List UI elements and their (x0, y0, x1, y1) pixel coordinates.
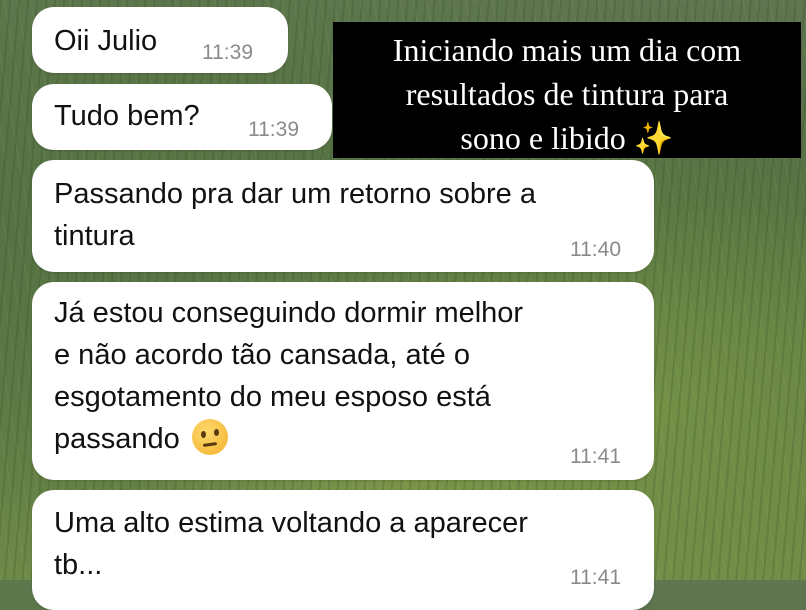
message-bubble[interactable]: Já estou conseguindo dormir melhor e não… (32, 282, 654, 480)
message-text: Tudo bem? (54, 100, 200, 132)
message-bubble[interactable]: Uma alto estima voltando a aparecer tb..… (32, 490, 654, 610)
message-text: Já estou conseguindo dormir melhor e não… (54, 297, 524, 455)
message-text: Uma alto estima voltando a aparecer tb..… (54, 507, 528, 581)
message-time: 11:39 (202, 41, 253, 64)
message-bubble[interactable]: Oii Julio 11:39 (32, 7, 288, 73)
message-text: Oii Julio (54, 25, 158, 57)
thinking-face-icon (191, 419, 228, 455)
caption-line: Iniciando mais um dia com (392, 32, 742, 68)
message-text: Passando pra dar um retorno sobre a tint… (54, 178, 536, 252)
message-time: 11:39 (248, 118, 299, 141)
message-bubble[interactable]: Passando pra dar um retorno sobre a tint… (32, 160, 654, 272)
message-time: 11:40 (570, 238, 621, 261)
message-time: 11:41 (570, 445, 621, 468)
story-caption: Iniciando mais um dia com resultados de … (333, 22, 801, 158)
sparkles-icon: ✨ (633, 120, 674, 156)
message-time: 11:41 (570, 566, 621, 589)
caption-line: resultados de tintura para (405, 76, 729, 112)
caption-line: sono e libido ✨ (460, 120, 674, 156)
message-bubble[interactable]: Tudo bem? 11:39 (32, 84, 332, 150)
